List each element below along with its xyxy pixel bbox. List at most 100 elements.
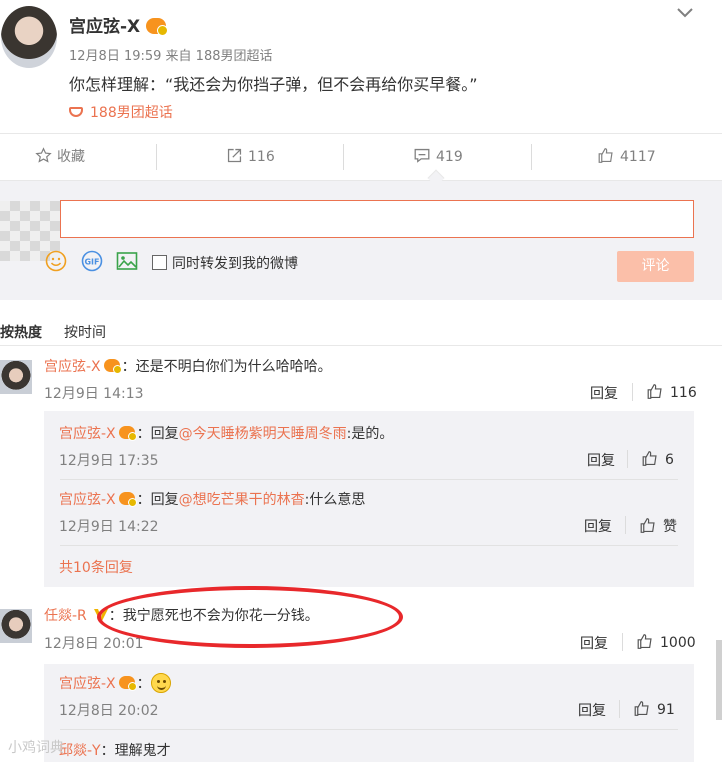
- reply-text: 邱燚-Y：理解鬼才: [59, 740, 171, 760]
- repost-icon: [227, 148, 242, 163]
- favorite-button[interactable]: 收藏: [35, 134, 85, 180]
- reply-button[interactable]: 回复: [584, 516, 612, 536]
- reply-time: 12月9日 17:35: [59, 453, 159, 469]
- like-count: 91: [657, 702, 675, 718]
- thumbs-up-icon: [637, 634, 652, 649]
- vip-badge-icon: [146, 18, 169, 36]
- more-replies-link[interactable]: 共10条回复: [59, 557, 133, 577]
- mention-link[interactable]: @今天睡杨紫明天睡周冬雨: [179, 426, 347, 442]
- reply-button[interactable]: 回复: [578, 700, 606, 720]
- divider: [632, 383, 633, 401]
- submit-comment-button[interactable]: 评论: [617, 251, 694, 282]
- svg-text:GIF: GIF: [84, 258, 99, 267]
- reply-text: 宫应弦-X ：回复@想吃芒果干的林杳:什么意思: [59, 489, 365, 509]
- post-text: 你怎样理解：“我还会为你挡子弹，但不会再给你买早餐。”: [69, 75, 478, 94]
- repost-count: 116: [248, 149, 275, 165]
- watermark: 小鸡词典: [8, 740, 64, 756]
- vip-badge-icon: [118, 492, 137, 507]
- favorite-label: 收藏: [57, 149, 85, 165]
- replier-name[interactable]: 宫应弦-X: [59, 492, 116, 508]
- mention-link[interactable]: @想吃芒果干的林杳: [179, 492, 305, 508]
- author-avatar[interactable]: [1, 6, 57, 68]
- emoji-icon[interactable]: [45, 250, 67, 272]
- thumbs-up-icon: [598, 148, 613, 163]
- commenter-avatar[interactable]: [0, 360, 32, 394]
- thumbs-up-icon: [634, 701, 649, 716]
- action-bar: 收藏 116 419 4117: [0, 133, 722, 181]
- reply-divider: [60, 479, 678, 480]
- replier-name[interactable]: 宫应弦-X: [59, 676, 116, 692]
- comment-body: ：还是不明白你们为什么哈哈哈。: [121, 359, 332, 375]
- reply-divider: [60, 545, 678, 546]
- reply-body: :什么意思: [304, 492, 366, 508]
- post-meta: 12月8日 19:59 来自 188男团超话: [69, 49, 273, 64]
- red-highlight-ellipse: [97, 586, 403, 648]
- image-icon[interactable]: [116, 250, 138, 272]
- reply-prefix: ：回复: [136, 492, 179, 508]
- divider: [625, 516, 626, 534]
- scrollbar[interactable]: [716, 640, 722, 720]
- forward-checkbox[interactable]: [152, 255, 167, 270]
- like-count: 1000: [660, 635, 696, 651]
- sort-divider: [0, 345, 722, 346]
- action-divider: [156, 144, 157, 170]
- reply-button[interactable]: 回复: [587, 450, 615, 470]
- topic-link[interactable]: 188男团超话: [69, 102, 173, 122]
- reply-button[interactable]: 回复: [590, 383, 618, 403]
- forward-label: 同时转发到我的微博: [172, 256, 298, 272]
- reply-text: 宫应弦-X ：: [59, 673, 171, 693]
- comment-icon: [414, 148, 430, 163]
- replier-name[interactable]: 宫应弦-X: [59, 426, 116, 442]
- commenter-avatar[interactable]: [0, 609, 32, 643]
- gif-icon[interactable]: GIF: [81, 250, 103, 272]
- reply-text: 宫应弦-X ：回复@今天睡杨紫明天睡周冬雨:是的。: [59, 423, 393, 443]
- commenter-name[interactable]: 宫应弦-X: [44, 359, 101, 375]
- thumbs-up-icon: [642, 451, 657, 466]
- action-divider: [531, 144, 532, 170]
- star-icon: [35, 147, 52, 163]
- chevron-down-icon[interactable]: [676, 6, 694, 20]
- comment-input[interactable]: [60, 200, 694, 238]
- post-author[interactable]: 宫应弦-X: [69, 12, 169, 37]
- reply-button[interactable]: 回复: [580, 633, 608, 653]
- supertopic-icon: [69, 107, 83, 117]
- action-divider: [343, 144, 344, 170]
- post-author-name[interactable]: 宫应弦-X: [69, 17, 140, 37]
- reply-prefix: ：: [136, 676, 151, 692]
- comment-compose-area: [0, 181, 722, 300]
- like-count: 4117: [620, 149, 656, 165]
- commenter-name[interactable]: 任燚-R: [44, 608, 87, 624]
- reply-divider: [60, 729, 678, 730]
- reply-time: 12月8日 20:02: [59, 703, 159, 719]
- reply-like-button[interactable]: 6: [641, 450, 674, 468]
- divider: [619, 700, 620, 718]
- reply-like-button[interactable]: 赞: [639, 516, 677, 536]
- like-button[interactable]: 4117: [597, 134, 656, 180]
- reply-like-button[interactable]: 91: [633, 700, 675, 718]
- like-count: 116: [670, 385, 697, 401]
- topic-label[interactable]: 188男团超话: [90, 105, 173, 121]
- like-label: 赞: [663, 519, 677, 535]
- thumbs-up-icon: [640, 518, 655, 533]
- weibo-post: 宫应弦-X 12月8日 19:59 来自 188男团超话 你怎样理解：“我还会为…: [0, 0, 722, 133]
- replier-name[interactable]: 邱燚-Y: [59, 743, 101, 759]
- divider: [622, 633, 623, 651]
- reply-body: ：理解鬼才: [100, 743, 171, 759]
- vip-badge-icon: [103, 359, 122, 374]
- smile-emoji-icon: [150, 673, 171, 693]
- sort-by-time-tab[interactable]: 按时间: [64, 322, 106, 342]
- comment-like-button[interactable]: 1000: [636, 633, 696, 651]
- repost-button[interactable]: 116: [226, 134, 275, 180]
- comment-like-button[interactable]: 116: [646, 383, 697, 401]
- sort-by-hot-tab[interactable]: 按热度: [0, 322, 42, 342]
- vip-badge-icon: [118, 426, 137, 441]
- reply-body: :是的。: [346, 426, 394, 442]
- like-count: 6: [665, 452, 674, 468]
- reply-time: 12月9日 14:22: [59, 519, 159, 535]
- comment-time: 12月9日 14:13: [44, 386, 144, 402]
- thumbs-up-icon: [647, 384, 662, 399]
- comment-count: 419: [436, 149, 463, 165]
- reply-prefix: ：回复: [136, 426, 179, 442]
- vip-badge-icon: [118, 676, 137, 691]
- comment-text: 宫应弦-X ：还是不明白你们为什么哈哈哈。: [44, 356, 332, 376]
